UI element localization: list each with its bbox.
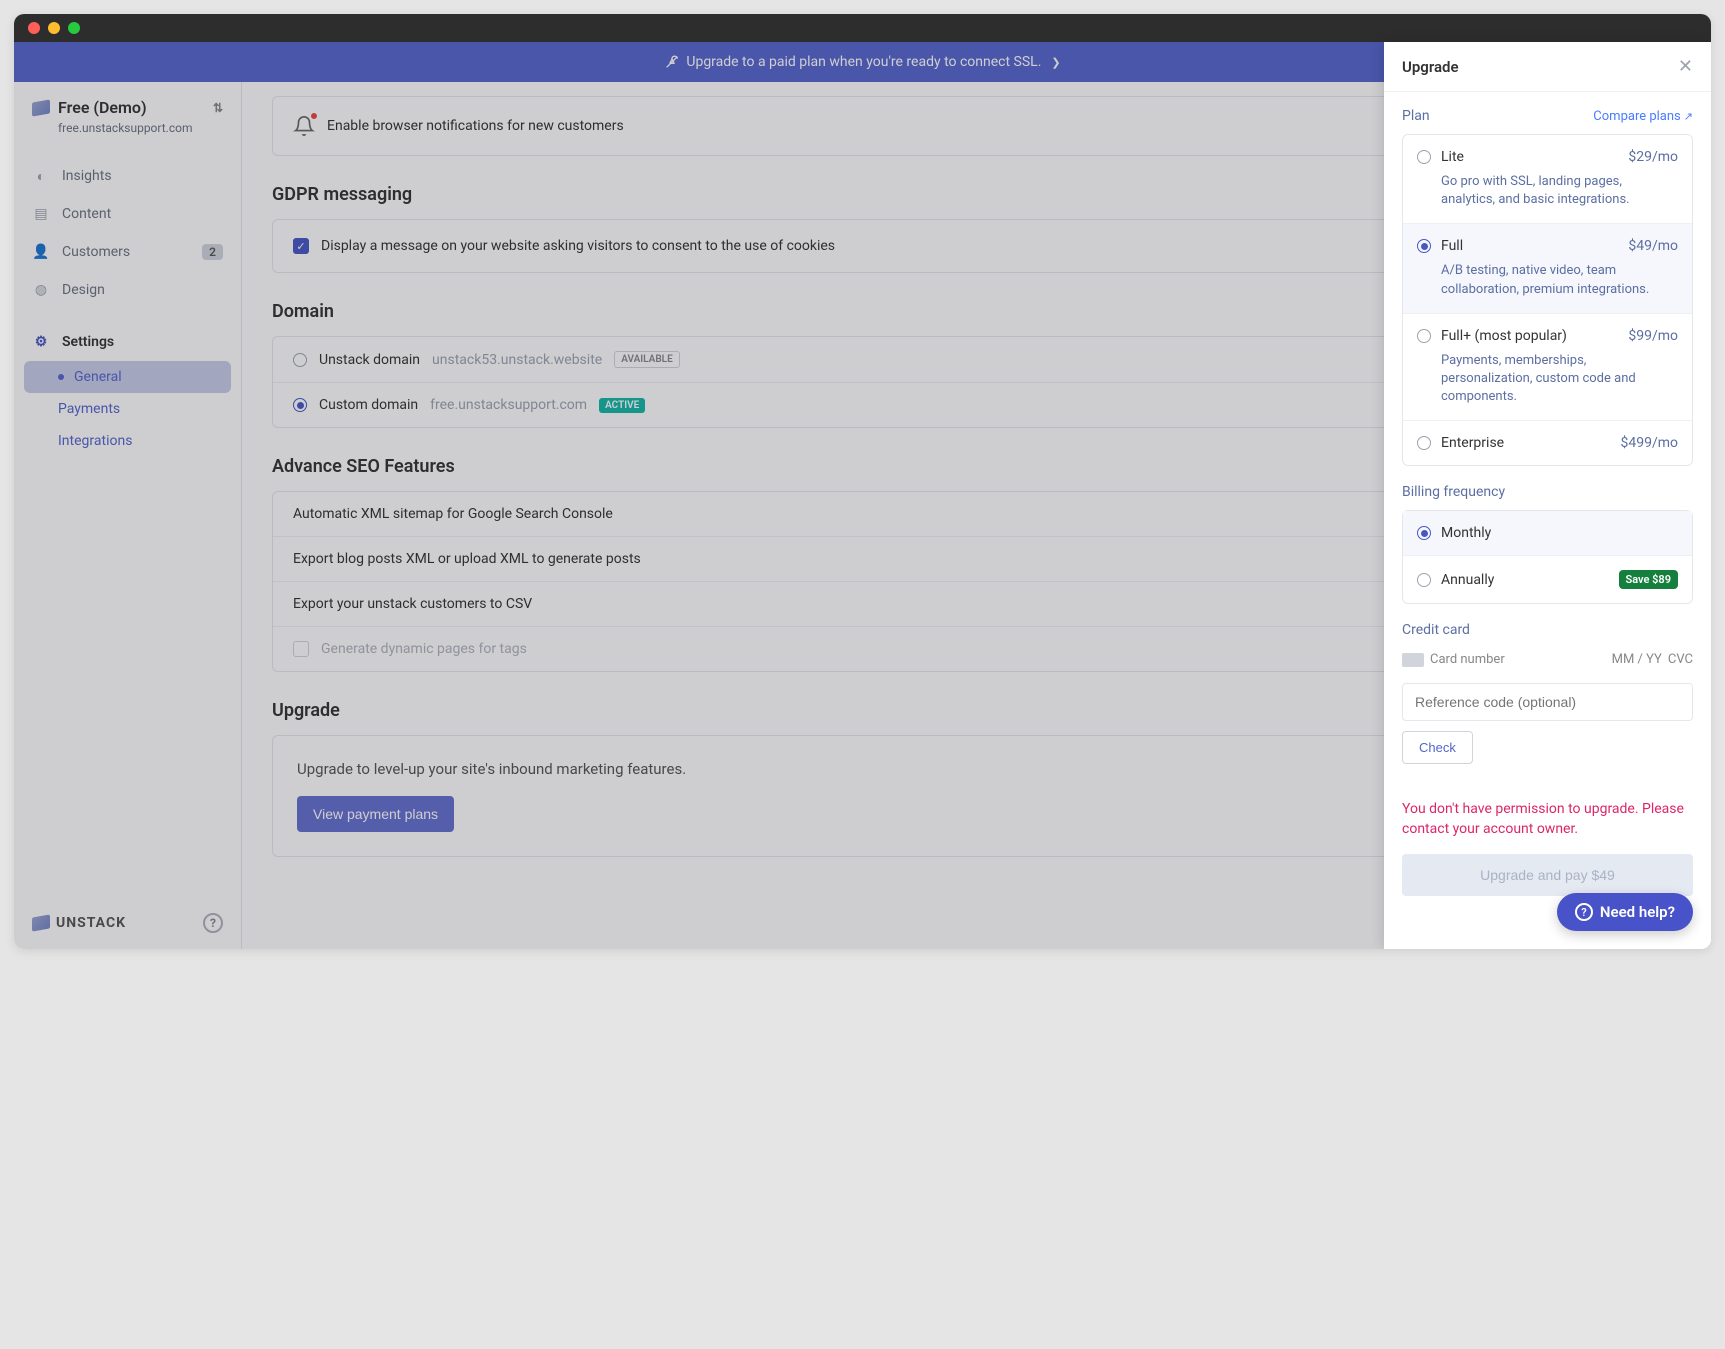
- billing-section-label: Billing frequency: [1402, 484, 1505, 500]
- maximize-window-icon[interactable]: [68, 22, 80, 34]
- external-link-icon: ↗: [1684, 110, 1693, 123]
- credit-card-icon: [1402, 653, 1424, 667]
- plan-section-label: Plan: [1402, 108, 1430, 124]
- question-icon: ?: [1575, 903, 1593, 921]
- plan-full[interactable]: Full $49/mo A/B testing, native video, te…: [1403, 224, 1692, 313]
- plan-name: Full: [1441, 238, 1618, 254]
- save-badge: Save $89: [1619, 570, 1679, 589]
- cc-number-placeholder: Card number: [1430, 652, 1505, 667]
- close-window-icon[interactable]: [28, 22, 40, 34]
- plan-desc: Go pro with SSL, landing pages, analytic…: [1441, 173, 1678, 209]
- panel-header: Upgrade ✕: [1384, 42, 1711, 92]
- minimize-window-icon[interactable]: [48, 22, 60, 34]
- billing-list: Monthly Annually Save $89: [1402, 510, 1693, 604]
- link-text: Compare plans: [1593, 109, 1680, 124]
- check-button[interactable]: Check: [1402, 731, 1473, 764]
- close-icon[interactable]: ✕: [1678, 56, 1693, 77]
- plan-price: $99/mo: [1628, 328, 1678, 344]
- plan-price: $499/mo: [1620, 435, 1678, 451]
- billing-annually[interactable]: Annually Save $89: [1403, 556, 1692, 603]
- plan-name: Enterprise: [1441, 435, 1610, 451]
- help-widget[interactable]: ? Need help?: [1557, 893, 1693, 931]
- compare-plans-link[interactable]: Compare plans ↗: [1593, 109, 1693, 124]
- upgrade-pay-button[interactable]: Upgrade and pay $49: [1402, 854, 1693, 896]
- plan-name: Full+ (most popular): [1441, 328, 1618, 344]
- help-text: Need help?: [1600, 903, 1675, 921]
- upgrade-panel: Upgrade ✕ Plan Compare plans ↗ Lite $29/mo…: [1384, 42, 1711, 949]
- permission-error: You don't have permission to upgrade. Pl…: [1402, 800, 1693, 839]
- cc-cvc-placeholder: CVC: [1668, 652, 1693, 667]
- panel-title: Upgrade: [1402, 58, 1459, 76]
- plan-lite[interactable]: Lite $29/mo Go pro with SSL, landing page…: [1403, 135, 1692, 224]
- billing-label: Annually: [1441, 572, 1494, 588]
- plan-price: $49/mo: [1628, 238, 1678, 254]
- plan-radio[interactable]: [1417, 329, 1431, 343]
- modal-overlay[interactable]: [14, 42, 1384, 949]
- billing-radio[interactable]: [1417, 526, 1431, 540]
- panel-body: Plan Compare plans ↗ Lite $29/mo Go pro wi…: [1384, 92, 1711, 949]
- cc-section-label: Credit card: [1402, 622, 1470, 638]
- plan-list: Lite $29/mo Go pro with SSL, landing page…: [1402, 134, 1693, 466]
- billing-monthly[interactable]: Monthly: [1403, 511, 1692, 556]
- reference-code-input[interactable]: [1402, 683, 1693, 721]
- plan-radio[interactable]: [1417, 436, 1431, 450]
- billing-radio[interactable]: [1417, 573, 1431, 587]
- plan-radio[interactable]: [1417, 239, 1431, 253]
- titlebar: [14, 14, 1711, 42]
- credit-card-input[interactable]: Card number MM / YY CVC: [1402, 648, 1693, 671]
- plan-desc: Payments, memberships, personalization, …: [1441, 352, 1678, 407]
- cc-mmyy-placeholder: MM / YY: [1612, 652, 1662, 667]
- plan-price: $29/mo: [1628, 149, 1678, 165]
- plan-desc: A/B testing, native video, team collabor…: [1441, 262, 1678, 298]
- billing-label: Monthly: [1441, 525, 1491, 541]
- app-window: Upgrade to a paid plan when you're ready…: [14, 14, 1711, 949]
- plan-name: Lite: [1441, 149, 1618, 165]
- plan-radio[interactable]: [1417, 150, 1431, 164]
- plan-enterprise[interactable]: Enterprise $499/mo: [1403, 421, 1692, 465]
- plan-fullplus[interactable]: Full+ (most popular) $99/mo Payments, mem…: [1403, 314, 1692, 422]
